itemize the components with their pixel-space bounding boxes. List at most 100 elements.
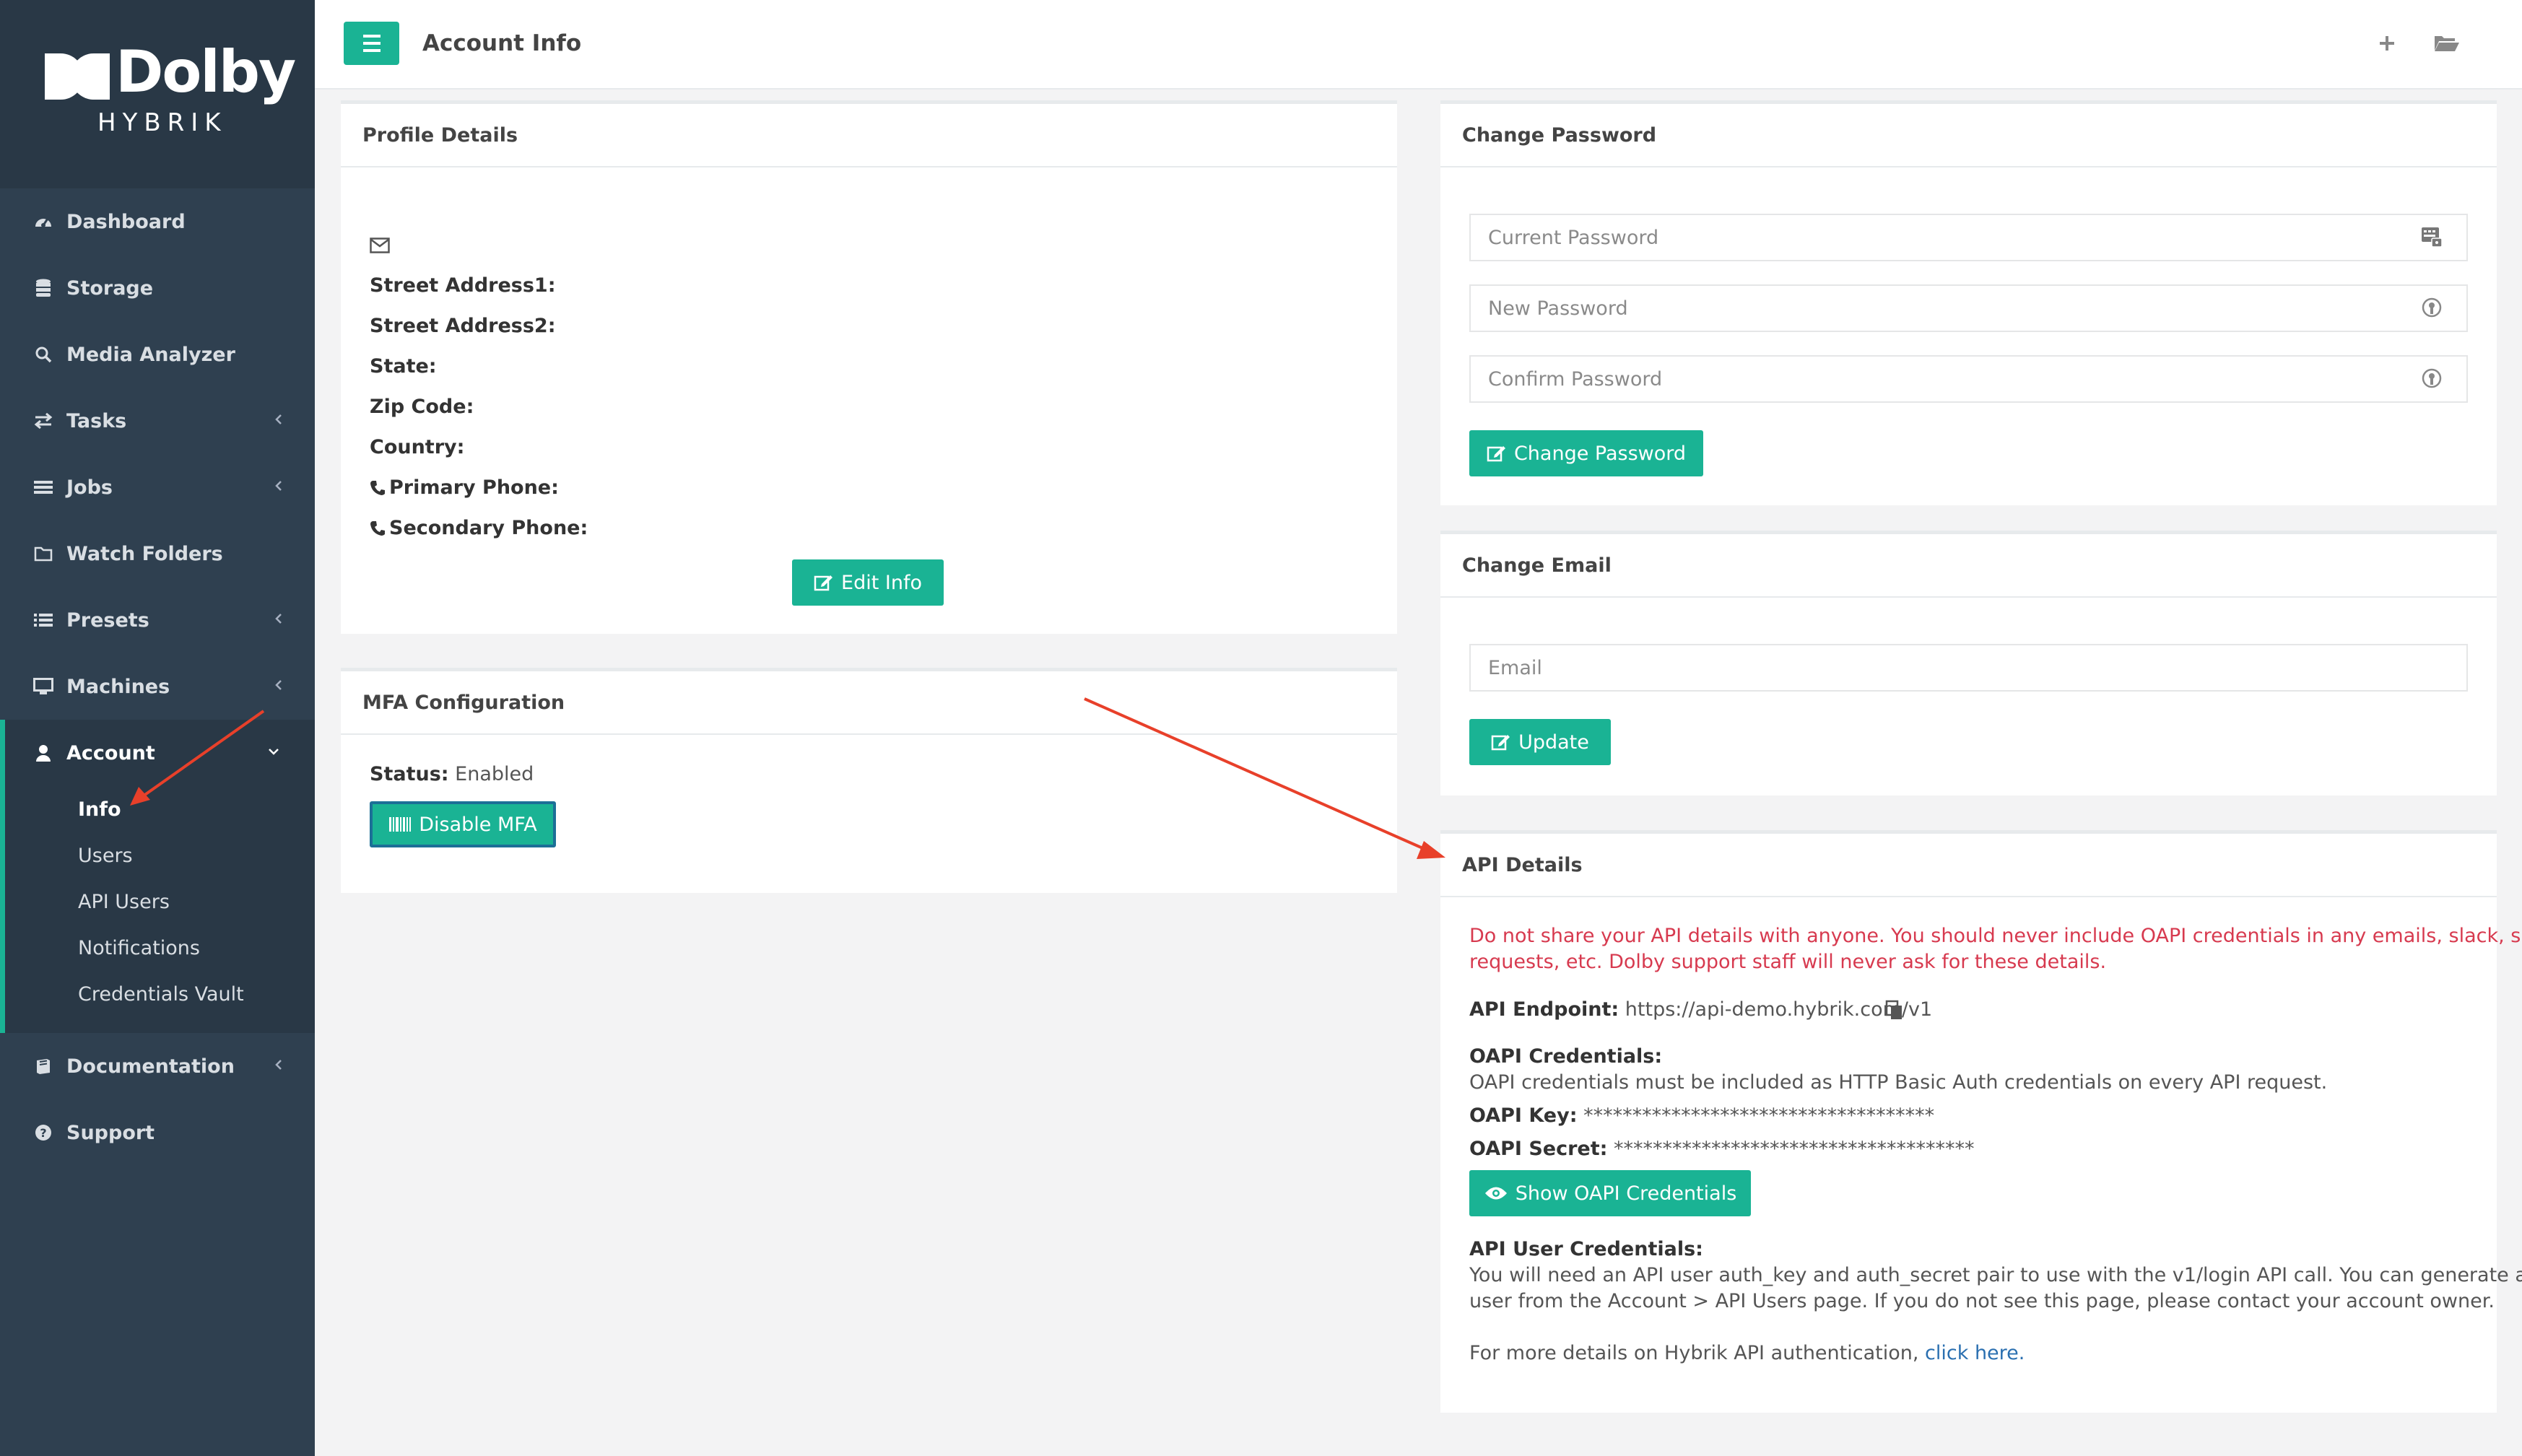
sidebar-item-label: Presets — [66, 609, 149, 632]
api-warning-line1: Do not share your API details with anyon… — [1469, 925, 2522, 947]
oapi-secret: OAPI Secret: ***************************… — [1469, 1138, 1975, 1160]
sidebar-item-media-analyzer[interactable]: Media Analyzer — [0, 321, 315, 388]
confirm-password-input[interactable] — [1469, 355, 2468, 403]
sidebar-item-label: Tasks — [66, 409, 127, 432]
sidebar-item-label: Dashboard — [66, 210, 186, 233]
password-keyboard-icon[interactable] — [2420, 225, 2443, 248]
sidebar: Dolby HYBRIK Dashboard Storage Media Ana… — [0, 0, 315, 1456]
book-icon — [33, 1056, 53, 1076]
help-icon: ? — [33, 1122, 53, 1143]
dashboard-icon — [33, 212, 53, 232]
api-more-prefix: For more details on Hybrik API authentic… — [1469, 1342, 1926, 1364]
change-password-button[interactable]: Change Password — [1469, 430, 1703, 476]
copy-icon[interactable] — [1885, 1000, 1904, 1021]
panel-title: MFA Configuration — [341, 671, 1397, 735]
oapi-key: OAPI Key: ******************************… — [1469, 1104, 1934, 1127]
panel-title: Change Email — [1440, 534, 2497, 598]
sidebar-item-jobs[interactable]: Jobs — [0, 454, 315, 520]
sidebar-item-label: Documentation — [66, 1055, 235, 1078]
mfa-status-value: Enabled — [455, 763, 534, 785]
chevron-left-icon — [275, 1060, 282, 1070]
click-here-link[interactable]: click here. — [1925, 1342, 2025, 1364]
sidebar-item-presets[interactable]: Presets — [0, 587, 315, 653]
api-more-details: For more details on Hybrik API authentic… — [1469, 1342, 2025, 1364]
api-endpoint: API Endpoint: https://api-demo.hybrik.co… — [1469, 998, 1932, 1021]
sidebar-item-label: Account — [66, 741, 155, 764]
hamburger-icon-bar — [363, 49, 381, 52]
logo[interactable]: Dolby HYBRIK — [0, 0, 315, 188]
barcode-icon — [389, 817, 412, 832]
sidebar-subitem-credentials-vault[interactable]: Credentials Vault — [5, 971, 315, 1017]
sidebar-item-label: Machines — [66, 675, 170, 698]
show-oapi-credentials-button[interactable]: Show OAPI Credentials — [1469, 1170, 1751, 1216]
desktop-icon — [33, 676, 53, 697]
exchange-icon — [33, 411, 53, 431]
sidebar-item-tasks[interactable]: Tasks — [0, 388, 315, 454]
email-input[interactable] — [1469, 644, 2468, 692]
sidebar-item-label: Support — [66, 1121, 155, 1144]
oapi-key-value: ************************************ — [1583, 1104, 1935, 1127]
plus-icon[interactable] — [2373, 29, 2401, 58]
button-label: Edit Info — [841, 571, 922, 594]
primary-phone-label: Primary Phone: — [389, 476, 559, 499]
user-icon — [33, 743, 53, 763]
sidebar-item-support[interactable]: ? Support — [0, 1099, 315, 1166]
sidebar-subitem-users[interactable]: Users — [5, 832, 315, 879]
new-password-input[interactable] — [1469, 284, 2468, 332]
change-email-panel: Change Email Update — [1440, 531, 2497, 795]
list-icon — [33, 477, 53, 497]
sidebar-item-label: Watch Folders — [66, 542, 223, 565]
oapi-key-label: OAPI Key: — [1469, 1104, 1578, 1127]
oapi-credentials-description: OAPI credentials must be included as HTT… — [1469, 1071, 2328, 1094]
mfa-status: Status: Enabled — [370, 763, 534, 785]
page-title: Account Info — [422, 30, 582, 56]
button-label: Change Password — [1513, 442, 1687, 465]
sidebar-subitem-api-users[interactable]: API Users — [5, 879, 315, 925]
update-email-button[interactable]: Update — [1469, 719, 1611, 765]
edit-icon — [814, 575, 833, 591]
change-password-panel: Change Password Change Password — [1440, 100, 2497, 505]
button-label: Update — [1518, 731, 1589, 754]
edit-icon — [1487, 446, 1505, 462]
folder-open-icon[interactable] — [2432, 29, 2461, 58]
current-password-input[interactable] — [1469, 214, 2468, 261]
sidebar-item-storage[interactable]: Storage — [0, 255, 315, 321]
sidebar-item-watch-folders[interactable]: Watch Folders — [0, 520, 315, 587]
dolby-logo-icon — [45, 53, 110, 100]
sidebar-account-section: Account Info Users API Users Notificatio… — [0, 720, 315, 1033]
edit-info-button[interactable]: Edit Info — [792, 559, 944, 606]
sidebar-item-account[interactable]: Account — [5, 720, 315, 786]
edit-icon — [1491, 735, 1510, 751]
logo-word: Dolby — [116, 38, 296, 105]
sidebar-item-label: Storage — [66, 276, 154, 300]
zip-code-label: Zip Code: — [370, 396, 474, 418]
api-user-line1: You will need an API user auth_key and a… — [1469, 1264, 2522, 1286]
disable-mfa-button[interactable]: Disable MFA — [370, 801, 556, 847]
chevron-left-icon — [275, 680, 282, 690]
sidebar-item-machines[interactable]: Machines — [0, 653, 315, 720]
api-warning-line2: requests, etc. Dolby support staff will … — [1469, 951, 2107, 973]
eye-icon — [1484, 1187, 1507, 1200]
api-user-line2: user from the Account > API Users page. … — [1469, 1290, 2495, 1312]
phone-icon — [370, 481, 385, 495]
database-icon — [33, 278, 53, 298]
logo-sub: HYBRIK — [97, 108, 227, 137]
sidebar-item-documentation[interactable]: Documentation — [0, 1033, 315, 1099]
search-icon — [33, 344, 53, 365]
button-label: Show OAPI Credentials — [1515, 1182, 1737, 1205]
menu-toggle-button[interactable] — [344, 22, 399, 65]
sidebar-item-label: Media Analyzer — [66, 343, 235, 366]
envelope-icon — [370, 237, 390, 253]
panel-title: API Details — [1440, 834, 2497, 897]
password-manager-icon[interactable] — [2420, 296, 2443, 319]
svg-text:?: ? — [40, 1126, 46, 1140]
sidebar-nav: Dashboard Storage Media Analyzer Tasks J… — [0, 188, 315, 1166]
api-endpoint-label: API Endpoint: — [1469, 998, 1619, 1021]
sidebar-subitem-notifications[interactable]: Notifications — [5, 925, 315, 971]
secondary-phone-label: Secondary Phone: — [389, 517, 588, 539]
sidebar-subitem-info[interactable]: Info — [5, 786, 315, 832]
sidebar-item-dashboard[interactable]: Dashboard — [0, 188, 315, 255]
hamburger-icon-bar — [363, 42, 381, 45]
password-manager-icon[interactable] — [2420, 367, 2443, 390]
oapi-secret-label: OAPI Secret: — [1469, 1138, 1608, 1160]
